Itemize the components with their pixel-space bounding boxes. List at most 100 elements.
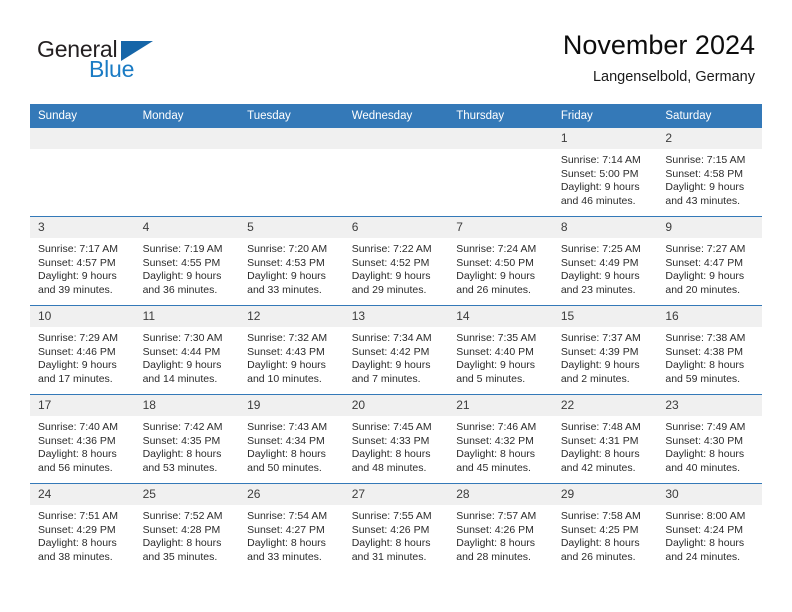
calendar-day-cell[interactable]: 3 Sunrise: 7:17 AM Sunset: 4:57 PM Daylight…	[30, 216, 135, 306]
sunrise-text: Sunrise: 7:43 AM	[247, 421, 328, 433]
calendar-day-cell[interactable]: 4 Sunrise: 7:19 AM Sunset: 4:55 PM Daylight…	[134, 216, 240, 306]
calendar-day-cell[interactable]: 1 Sunrise: 7:14 AM Sunset: 5:00 PM Daylight…	[552, 127, 658, 217]
sunset-text: Sunset: 4:52 PM	[351, 256, 430, 269]
day-number: 9	[657, 217, 762, 238]
sunrise-text: Sunrise: 7:34 AM	[351, 332, 432, 344]
calendar-day-cell[interactable]: 15 Sunrise: 7:37 AM Sunset: 4:39 PM Dayligh…	[552, 305, 658, 395]
day-number: 3	[30, 217, 135, 238]
daylight-text: Daylight: 8 hours and 38 minutes.	[38, 537, 117, 563]
sunset-text: Sunset: 4:36 PM	[38, 434, 116, 447]
sunrise-text: Sunrise: 7:24 AM	[456, 243, 537, 255]
calendar-day-cell[interactable]: 13 Sunrise: 7:34 AM Sunset: 4:42 PM Dayligh…	[343, 305, 449, 395]
calendar-day-cell[interactable]: 21 Sunrise: 7:46 AM Sunset: 4:32 PM Dayligh…	[448, 394, 553, 484]
daylight-text: Daylight: 9 hours and 17 minutes.	[38, 359, 117, 385]
day-details: Sunrise: 7:22 AM Sunset: 4:52 PM Daylight:…	[344, 238, 449, 297]
calendar-day-cell[interactable]: 10 Sunrise: 7:29 AM Sunset: 4:46 PM Dayligh…	[30, 305, 135, 395]
day-details: Sunrise: 7:52 AM Sunset: 4:28 PM Daylight:…	[135, 505, 240, 564]
sunrise-text: Sunrise: 7:46 AM	[456, 421, 537, 433]
day-details: Sunrise: 7:45 AM Sunset: 4:33 PM Daylight:…	[344, 416, 449, 475]
calendar-day-cell[interactable]: 29 Sunrise: 7:58 AM Sunset: 4:25 PM Dayligh…	[552, 483, 658, 572]
sunset-text: Sunset: 4:34 PM	[247, 434, 325, 447]
sunset-text: Sunset: 4:38 PM	[665, 345, 744, 358]
day-number: 2	[657, 128, 762, 149]
day-details: Sunrise: 7:14 AM Sunset: 5:00 PM Daylight:…	[553, 149, 658, 208]
day-details: Sunrise: 7:25 AM Sunset: 4:49 PM Daylight:…	[553, 238, 658, 297]
sunset-text: Sunset: 4:26 PM	[351, 523, 430, 536]
weekday-header-friday: Friday	[552, 104, 658, 128]
calendar-day-cell[interactable]: 18 Sunrise: 7:42 AM Sunset: 4:35 PM Dayligh…	[134, 394, 240, 484]
calendar-day-cell[interactable]: 26 Sunrise: 7:54 AM Sunset: 4:27 PM Dayligh…	[239, 483, 344, 572]
sunset-text: Sunset: 4:29 PM	[38, 523, 116, 536]
day-details: Sunrise: 7:48 AM Sunset: 4:31 PM Daylight:…	[553, 416, 658, 475]
sunrise-text: Sunrise: 7:20 AM	[247, 243, 328, 255]
sunrise-text: Sunrise: 7:19 AM	[142, 243, 223, 255]
daylight-text: Daylight: 8 hours and 28 minutes.	[456, 537, 536, 563]
sunset-text: Sunset: 4:30 PM	[665, 434, 744, 447]
daylight-text: Daylight: 9 hours and 39 minutes.	[38, 270, 117, 296]
calendar-day-cell[interactable]: 28 Sunrise: 7:57 AM Sunset: 4:26 PM Dayligh…	[448, 483, 553, 572]
day-number: 11	[134, 306, 240, 327]
day-number: 16	[657, 306, 762, 327]
calendar-day-cell[interactable]: 6 Sunrise: 7:22 AM Sunset: 4:52 PM Daylight…	[343, 216, 449, 306]
day-number: 27	[343, 484, 449, 505]
day-number: 15	[552, 306, 658, 327]
calendar-day-cell[interactable]: 17 Sunrise: 7:40 AM Sunset: 4:36 PM Dayligh…	[30, 394, 135, 484]
day-number: 18	[134, 395, 240, 416]
daylight-text: Daylight: 9 hours and 36 minutes.	[142, 270, 222, 296]
sunrise-text: Sunrise: 7:45 AM	[351, 421, 432, 433]
calendar-cell-empty	[448, 127, 553, 217]
weekday-header-saturday: Saturday	[657, 104, 762, 128]
calendar-day-cell[interactable]: 7 Sunrise: 7:24 AM Sunset: 4:50 PM Daylight…	[448, 216, 553, 306]
daylight-text: Daylight: 9 hours and 7 minutes.	[351, 359, 431, 385]
calendar-day-cell[interactable]: 19 Sunrise: 7:43 AM Sunset: 4:34 PM Dayligh…	[239, 394, 344, 484]
calendar-page: General Blue November 2024 Langenselbold…	[0, 0, 792, 612]
sunrise-text: Sunrise: 8:00 AM	[665, 510, 746, 522]
calendar-day-cell[interactable]: 9 Sunrise: 7:27 AM Sunset: 4:47 PM Daylight…	[657, 216, 762, 306]
day-number: 17	[30, 395, 135, 416]
calendar-day-cell[interactable]: 12 Sunrise: 7:32 AM Sunset: 4:43 PM Dayligh…	[239, 305, 344, 395]
calendar-cell-empty	[134, 127, 240, 217]
calendar-week-row: 1 Sunrise: 7:14 AM Sunset: 5:00 PM Daylight…	[30, 127, 762, 217]
day-details: Sunrise: 7:38 AM Sunset: 4:38 PM Daylight:…	[657, 327, 762, 386]
calendar-day-cell[interactable]: 24 Sunrise: 7:51 AM Sunset: 4:29 PM Dayligh…	[30, 483, 135, 572]
calendar-day-cell[interactable]: 11 Sunrise: 7:30 AM Sunset: 4:44 PM Dayligh…	[134, 305, 240, 395]
page-header: General Blue November 2024 Langenselbold…	[0, 0, 792, 103]
calendar-day-cell[interactable]: 25 Sunrise: 7:52 AM Sunset: 4:28 PM Dayligh…	[134, 483, 240, 572]
day-details: Sunrise: 7:29 AM Sunset: 4:46 PM Daylight:…	[30, 327, 135, 386]
sunset-text: Sunset: 4:28 PM	[142, 523, 221, 536]
day-number: 19	[239, 395, 344, 416]
title-block: November 2024 Langenselbold, Germany	[563, 28, 755, 87]
day-number: 1	[552, 128, 658, 149]
calendar-day-cell[interactable]: 22 Sunrise: 7:48 AM Sunset: 4:31 PM Dayligh…	[552, 394, 658, 484]
daylight-text: Daylight: 9 hours and 2 minutes.	[560, 359, 640, 385]
sunset-text: Sunset: 5:00 PM	[560, 167, 639, 180]
day-number: 25	[134, 484, 240, 505]
calendar-day-cell[interactable]: 8 Sunrise: 7:25 AM Sunset: 4:49 PM Daylight…	[552, 216, 658, 306]
sunset-text: Sunset: 4:53 PM	[247, 256, 325, 269]
day-number: 4	[134, 217, 240, 238]
sunrise-text: Sunrise: 7:57 AM	[456, 510, 537, 522]
calendar-day-cell[interactable]: 14 Sunrise: 7:35 AM Sunset: 4:40 PM Dayligh…	[448, 305, 553, 395]
day-number: 14	[448, 306, 553, 327]
daylight-text: Daylight: 9 hours and 46 minutes.	[560, 181, 640, 207]
calendar-day-cell[interactable]: 16 Sunrise: 7:38 AM Sunset: 4:38 PM Dayligh…	[657, 305, 762, 395]
day-number: 29	[552, 484, 658, 505]
day-details: Sunrise: 7:42 AM Sunset: 4:35 PM Daylight:…	[135, 416, 240, 475]
calendar-day-cell[interactable]: 27 Sunrise: 7:55 AM Sunset: 4:26 PM Dayligh…	[343, 483, 449, 572]
calendar-day-cell[interactable]: 30 Sunrise: 8:00 AM Sunset: 4:24 PM Dayligh…	[657, 483, 762, 572]
calendar-day-cell[interactable]: 2 Sunrise: 7:15 AM Sunset: 4:58 PM Daylight…	[657, 127, 762, 217]
calendar-week-row: 10 Sunrise: 7:29 AM Sunset: 4:46 PM Dayligh…	[30, 305, 762, 395]
sunset-text: Sunset: 4:57 PM	[38, 256, 116, 269]
sunset-text: Sunset: 4:46 PM	[38, 345, 116, 358]
calendar-day-cell[interactable]: 20 Sunrise: 7:45 AM Sunset: 4:33 PM Dayligh…	[343, 394, 449, 484]
calendar-day-cell[interactable]: 5 Sunrise: 7:20 AM Sunset: 4:53 PM Daylight…	[239, 216, 344, 306]
calendar-day-cell[interactable]: 23 Sunrise: 7:49 AM Sunset: 4:30 PM Dayligh…	[657, 394, 762, 484]
sunset-text: Sunset: 4:44 PM	[142, 345, 221, 358]
daylight-text: Daylight: 8 hours and 56 minutes.	[38, 448, 117, 474]
day-number: 13	[343, 306, 449, 327]
sunrise-text: Sunrise: 7:14 AM	[560, 154, 641, 166]
day-number-band-empty	[239, 128, 344, 149]
weekday-header-monday: Monday	[134, 104, 240, 128]
sunset-text: Sunset: 4:31 PM	[560, 434, 639, 447]
day-number: 20	[343, 395, 449, 416]
